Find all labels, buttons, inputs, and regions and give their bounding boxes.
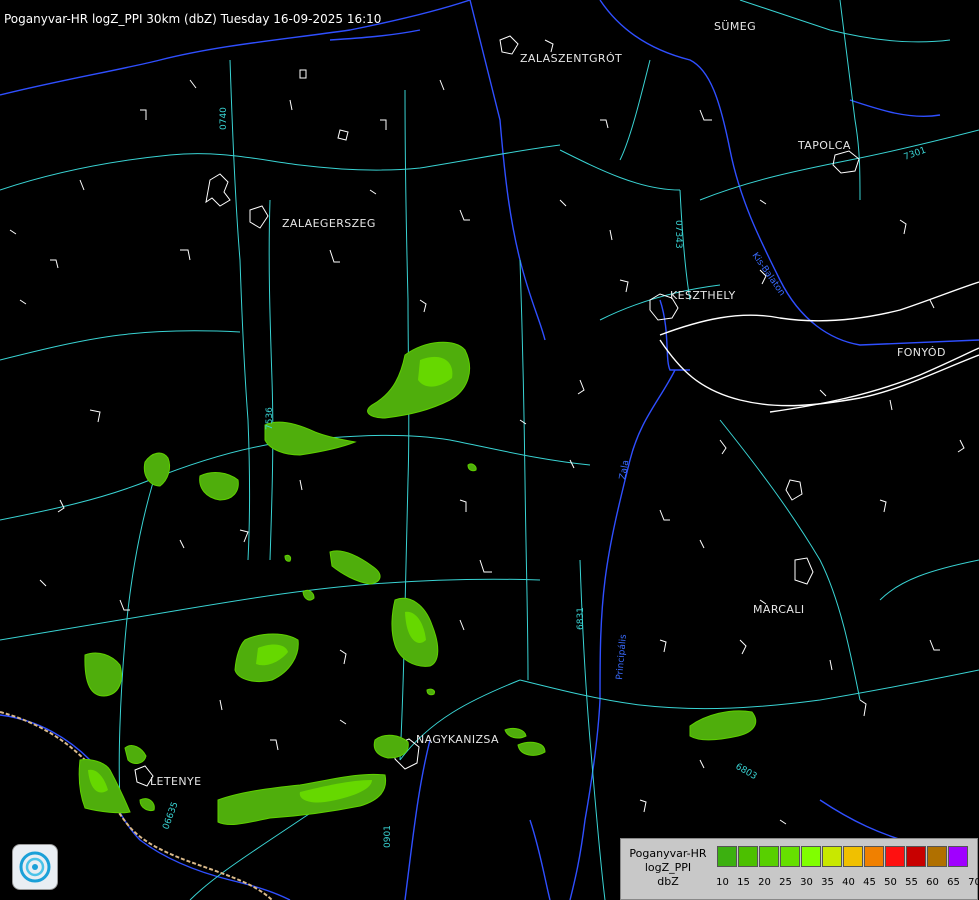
legend-swatch	[864, 846, 884, 867]
city-label-tapolca: TAPOLCA	[797, 139, 851, 152]
legend-tick-label: 35	[821, 877, 834, 888]
map-title: Poganyvar-HR logZ_PPI 30km (dbZ) Tuesday…	[4, 12, 382, 26]
legend-swatch	[906, 846, 926, 867]
radar-map[interactable]: 0740 07343 7536 6831 6803 06635 0901 730…	[0, 0, 979, 900]
legend-name: Poganyvar-HR logZ_PPI dbZ	[625, 847, 711, 889]
city-label-sumeg: SÜMEG	[714, 20, 756, 33]
road-label-07343: 07343	[673, 220, 683, 249]
legend-tick-label: 15	[737, 877, 750, 888]
legend-swatch	[948, 846, 968, 867]
road-label-6831: 6831	[576, 607, 586, 630]
legend-tick-label: 25	[779, 877, 792, 888]
city-label-nagykanizsa: NAGYKANIZSA	[416, 733, 499, 746]
legend-swatch	[927, 846, 947, 867]
legend-tick-label: 50	[884, 877, 897, 888]
dbz-legend: Poganyvar-HR logZ_PPI dbZ 10 15 20 25 30 35 40…	[620, 838, 979, 900]
legend-swatch	[738, 846, 758, 867]
city-label-zalaszentgrot: ZALASZENTGRÓT	[520, 52, 622, 65]
legend-swatch	[759, 846, 779, 867]
legend-swatches	[717, 846, 969, 867]
city-label-keszthely: KESZTHELY	[670, 289, 736, 302]
legend-line-2: logZ_PPI	[644, 861, 692, 874]
legend-line-3: dbZ	[657, 875, 679, 888]
legend-tick-label: 60	[926, 877, 939, 888]
legend-swatch	[780, 846, 800, 867]
legend-tick-label: 40	[842, 877, 855, 888]
city-label-fonyod: FONYÓD	[897, 346, 946, 359]
legend-swatch	[885, 846, 905, 867]
legend-tick-label: 65	[947, 877, 960, 888]
legend-swatch	[843, 846, 863, 867]
city-label-zalaegerszeg: ZALAEGERSZEG	[282, 217, 376, 230]
road-label-0740: 0740	[219, 107, 229, 130]
legend-ticks: 10 15 20 25 30 35 40 45 50 55 60 65 70	[712, 877, 979, 888]
road-label-0901: 0901	[383, 825, 393, 848]
legend-swatch	[717, 846, 737, 867]
legend-tick-label: 70	[968, 877, 979, 888]
legend-tick-label: 30	[800, 877, 813, 888]
legend-swatch	[822, 846, 842, 867]
legend-tick-label: 10	[716, 877, 729, 888]
legend-line-1: Poganyvar-HR	[629, 847, 707, 860]
road-label-7536: 7536	[265, 407, 275, 430]
legend-tick-label: 45	[863, 877, 876, 888]
legend-tick-label: 20	[758, 877, 771, 888]
city-label-marcali: MARCALI	[753, 603, 805, 616]
radar-logo-icon	[12, 844, 58, 890]
city-label-letenye: LETENYE	[150, 775, 201, 788]
legend-tick-label: 55	[905, 877, 918, 888]
legend-swatch	[801, 846, 821, 867]
